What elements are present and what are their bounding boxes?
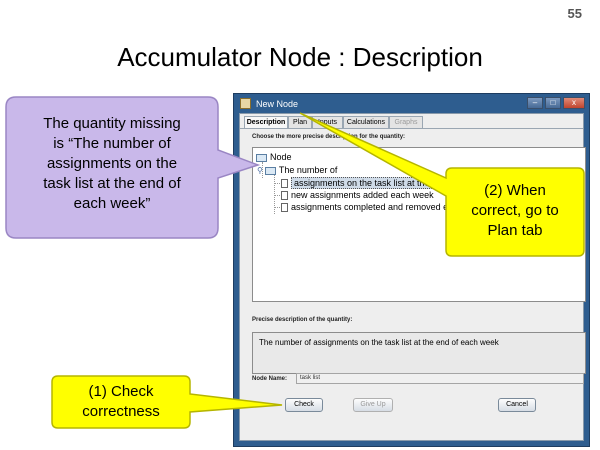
description-textarea[interactable]: The number of assignments on the task li… [252, 332, 586, 374]
window-titlebar[interactable]: New Node – □ x [238, 97, 585, 111]
folder-icon [256, 153, 267, 162]
minimize-button[interactable]: – [527, 97, 543, 109]
quantity-tree[interactable]: Node ⚲ The number of assignments on the t… [252, 147, 586, 302]
new-node-window: New Node – □ x Description Plan Inputs C… [233, 93, 590, 447]
tab-plan[interactable]: Plan [288, 116, 312, 128]
close-button[interactable]: x [563, 97, 585, 109]
check-button[interactable]: Check [285, 398, 323, 412]
callout-line: each week” [73, 195, 151, 212]
quantity-callout-text: The quantity missing is “The number of a… [8, 114, 216, 214]
description-text: The number of assignments on the task li… [259, 338, 499, 347]
cancel-button[interactable]: Cancel [498, 398, 536, 412]
tab-description[interactable]: Description [244, 116, 288, 128]
tree-leaf-label: assignments on the task list at the end … [291, 177, 506, 189]
callout-line: The quantity missing [43, 115, 181, 132]
window-client: Description Plan Inputs Calculations Gra… [239, 113, 586, 441]
slide-title: Accumulator Node : Description [117, 42, 483, 72]
tab-graphs[interactable]: Graphs [389, 116, 423, 128]
tree-node-label: Node [270, 152, 292, 162]
folder-icon [264, 166, 276, 175]
tree-node-the-number-of[interactable]: ⚲ The number of [257, 165, 337, 176]
tree-node-root[interactable]: Node [256, 152, 292, 163]
check-callout-text: (1) Check correctness [54, 382, 188, 422]
callout-line: task list at the end of [43, 175, 181, 192]
document-icon [281, 191, 288, 201]
callout-line: is “The number of [53, 135, 171, 152]
tree-heading: Choose the more precise description for … [252, 134, 406, 140]
tree-leaf[interactable]: assignments completed and removed each w… [281, 202, 486, 213]
window-title: New Node [256, 99, 299, 109]
description-heading: Precise description of the quantity: [252, 317, 353, 323]
give-up-button[interactable]: Give Up [353, 398, 393, 412]
document-icon [281, 203, 288, 213]
callout-line: assignments on the [46, 155, 178, 172]
expand-icon[interactable]: ⚲ [257, 166, 263, 175]
tree-leaf-label: assignments completed and removed each w… [291, 202, 487, 212]
tree-leaf[interactable]: new assignments added each week [281, 190, 434, 201]
document-icon [281, 179, 288, 189]
tab-inputs[interactable]: Inputs [312, 116, 343, 128]
tree-leaf-label: new assignments added each week [291, 190, 434, 200]
node-name-label: Node Name: [252, 376, 288, 382]
slide-number: 55 [567, 6, 582, 21]
maximize-button[interactable]: □ [545, 97, 561, 109]
node-name-field[interactable]: task list [296, 373, 584, 384]
callout-line: (1) Check [88, 383, 154, 400]
tab-calculations[interactable]: Calculations [343, 116, 389, 128]
app-icon [240, 98, 251, 109]
callout-line: correctness [82, 403, 160, 420]
tab-divider [240, 128, 583, 129]
tree-connector [274, 174, 275, 214]
tree-leaf-selected[interactable]: assignments on the task list at the end … [281, 177, 506, 189]
tree-node-label: The number of [278, 165, 338, 175]
